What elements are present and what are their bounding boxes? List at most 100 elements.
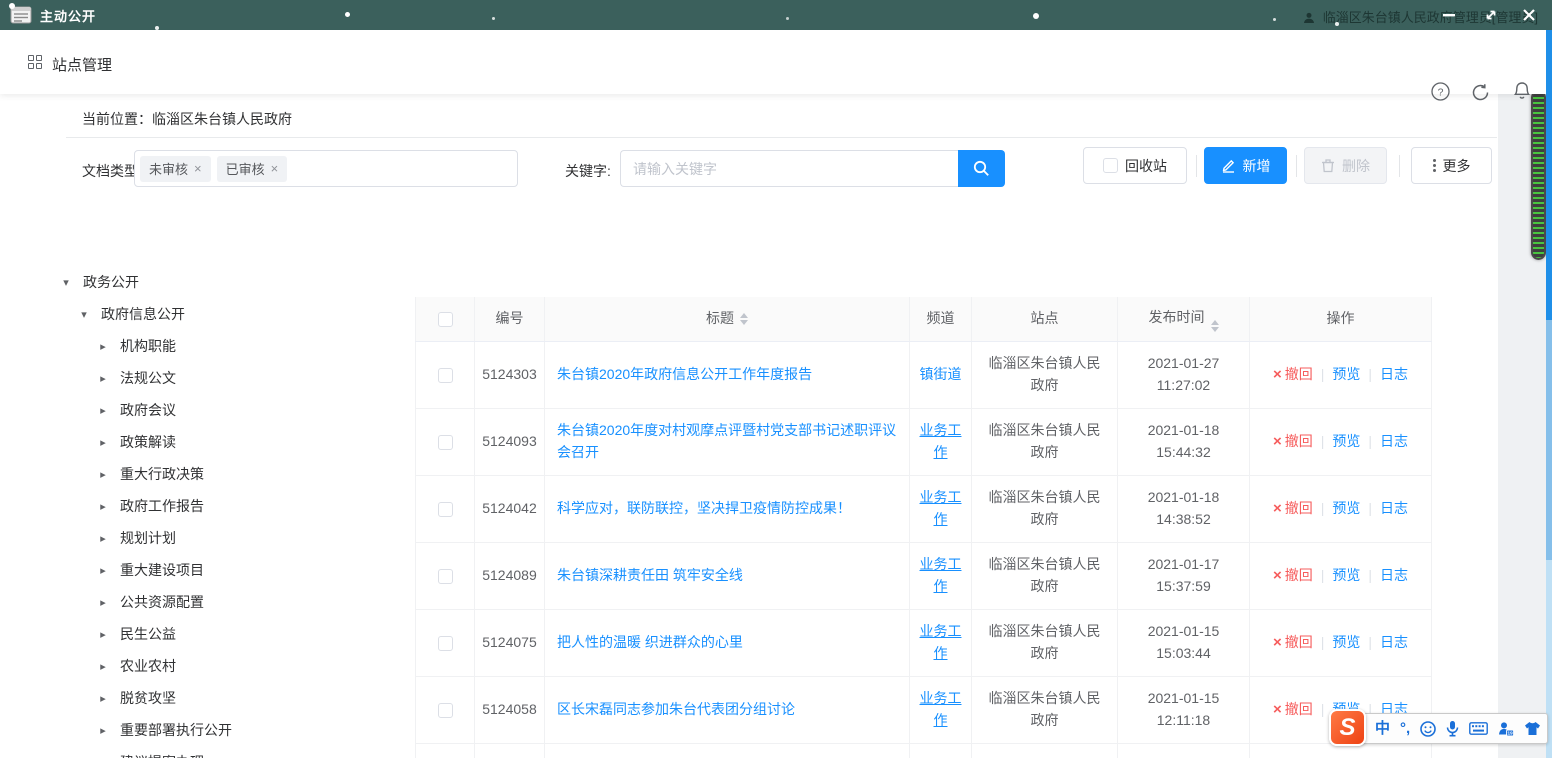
doc-title-link[interactable]: 朱台镇2020年度对村观摩点评暨村党支部书记述职评议会召开 (557, 420, 897, 463)
tree-item[interactable]: 脱贫攻坚 (60, 682, 410, 714)
preview-action[interactable]: 预览 (1332, 632, 1360, 654)
caret-right-icon[interactable] (97, 660, 109, 673)
action-divider: | (1321, 699, 1325, 721)
recycle-bin-button[interactable]: 回收站 (1083, 147, 1187, 184)
more-button[interactable]: 更多 (1411, 147, 1492, 184)
caret-right-icon[interactable] (97, 404, 109, 417)
sort-icon[interactable] (1211, 320, 1219, 332)
caret-right-icon[interactable] (97, 372, 109, 385)
add-button[interactable]: 新增 (1204, 147, 1287, 184)
snow-dot (9, 3, 15, 9)
preview-action[interactable]: 预览 (1332, 498, 1360, 520)
log-action[interactable]: 日志 (1380, 431, 1408, 453)
caret-right-icon[interactable] (97, 340, 109, 353)
tree-item[interactable]: 建议提案办理 (60, 746, 410, 758)
preview-action[interactable]: 预览 (1332, 364, 1360, 386)
caret-right-icon[interactable] (97, 500, 109, 513)
user-count-icon[interactable]: 19 (1498, 721, 1514, 737)
row-checkbox[interactable] (438, 569, 453, 584)
tree-item[interactable]: 农业农村 (60, 650, 410, 682)
header-title[interactable]: 标题 (545, 297, 910, 341)
tree-item[interactable]: 政府工作报告 (60, 490, 410, 522)
caret-right-icon[interactable] (97, 468, 109, 481)
chinese-mode-icon[interactable]: 中 (1375, 721, 1390, 736)
log-action[interactable]: 日志 (1380, 565, 1408, 587)
tree-item[interactable]: 政务公开 (60, 266, 410, 298)
sogou-logo[interactable]: S (1329, 709, 1366, 746)
emoji-icon[interactable] (1420, 721, 1436, 737)
doc-title-link[interactable]: 朱台镇深耕责任田 筑牢安全线 (557, 565, 743, 587)
refresh-button[interactable] (1471, 83, 1490, 105)
doc-title-link[interactable]: 朱台镇2020年政府信息公开工作年度报告 (557, 364, 812, 386)
delete-button[interactable]: 删除 (1304, 147, 1387, 184)
caret-right-icon[interactable] (97, 724, 109, 737)
select-all-checkbox[interactable] (438, 312, 453, 327)
channel-link[interactable]: 业务工作 (916, 487, 965, 530)
keyboard-icon[interactable] (1469, 722, 1488, 735)
channel-link[interactable]: 业务工作 (916, 554, 965, 597)
microphone-icon[interactable] (1446, 720, 1459, 737)
minimize-button[interactable] (1432, 0, 1466, 30)
recall-action[interactable]: ×撤回 (1273, 430, 1313, 453)
row-checkbox[interactable] (438, 502, 453, 517)
header-publish-time[interactable]: 发布时间 (1118, 297, 1250, 341)
tree-item[interactable]: 重要部署执行公开 (60, 714, 410, 746)
row-checkbox[interactable] (438, 435, 453, 450)
inner-scrollbar-thumb[interactable] (1531, 90, 1546, 260)
channel-link[interactable]: 业务工作 (916, 420, 965, 463)
recall-action[interactable]: ×撤回 (1273, 497, 1313, 520)
tree-item[interactable]: 法规公文 (60, 362, 410, 394)
recall-action[interactable]: ×撤回 (1273, 564, 1313, 587)
caret-right-icon[interactable] (97, 692, 109, 705)
punctuation-icon[interactable]: °, (1400, 721, 1410, 736)
caret-right-icon[interactable] (97, 436, 109, 449)
tree-item[interactable]: 规划计划 (60, 522, 410, 554)
channel-link[interactable]: 业务工作 (916, 688, 965, 731)
doc-title-link[interactable]: 科学应对，联防联控，坚决捍卫疫情防控成果！ (557, 498, 851, 520)
skin-icon[interactable] (1524, 721, 1541, 736)
recall-action[interactable]: ×撤回 (1273, 631, 1313, 654)
row-checkbox[interactable] (438, 703, 453, 718)
search-button[interactable] (958, 150, 1005, 187)
caret-down-icon[interactable] (60, 276, 72, 289)
tree-item[interactable]: 机构职能 (60, 330, 410, 362)
recall-action[interactable]: ×撤回 (1273, 698, 1313, 721)
preview-action[interactable]: 预览 (1332, 565, 1360, 587)
log-action[interactable]: 日志 (1380, 498, 1408, 520)
outer-scrollbar-thumb[interactable] (1546, 30, 1552, 320)
close-button[interactable] (1512, 0, 1546, 30)
caret-right-icon[interactable] (97, 532, 109, 545)
help-button[interactable]: ? (1431, 82, 1450, 104)
caret-right-icon[interactable] (97, 564, 109, 577)
tag-close-icon[interactable]: × (271, 161, 279, 176)
channel-link[interactable]: 业务工作 (916, 621, 965, 664)
preview-action[interactable]: 预览 (1332, 431, 1360, 453)
tree-item[interactable]: 政府会议 (60, 394, 410, 426)
log-action[interactable]: 日志 (1380, 632, 1408, 654)
tree-item[interactable]: 政府信息公开 (60, 298, 410, 330)
sort-icon[interactable] (740, 313, 748, 325)
tree-item[interactable]: 重大建设项目 (60, 554, 410, 586)
tree-item[interactable]: 重大行政决策 (60, 458, 410, 490)
row-checkbox[interactable] (438, 368, 453, 383)
tree-item[interactable]: 政策解读 (60, 426, 410, 458)
doc-title-link[interactable]: 区长宋磊同志参加朱台代表团分组讨论 (557, 699, 795, 721)
log-action[interactable]: 日志 (1380, 364, 1408, 386)
doc-type-select[interactable]: 未审核 × 已审核 × (134, 150, 518, 187)
tree-item[interactable]: 公共资源配置 (60, 586, 410, 618)
recall-action[interactable]: ×撤回 (1273, 363, 1313, 386)
doc-title-link[interactable]: 把人性的温暖 织进群众的心里 (557, 632, 743, 654)
caret-right-icon[interactable] (97, 596, 109, 609)
maximize-button[interactable] (1474, 0, 1508, 30)
recycle-checkbox[interactable] (1103, 158, 1118, 173)
row-checkbox[interactable] (438, 636, 453, 651)
tree-item[interactable]: 民生公益 (60, 618, 410, 650)
caret-down-icon[interactable] (78, 308, 90, 321)
tag-close-icon[interactable]: × (194, 161, 202, 176)
caret-right-icon[interactable] (97, 628, 109, 641)
nav-site-management[interactable]: 站点管理 (52, 54, 112, 75)
modules-grid-icon[interactable] (28, 55, 43, 70)
channel-link[interactable]: 镇街道 (920, 364, 962, 386)
notifications-button[interactable] (1513, 81, 1531, 104)
keyword-input[interactable] (620, 150, 958, 187)
